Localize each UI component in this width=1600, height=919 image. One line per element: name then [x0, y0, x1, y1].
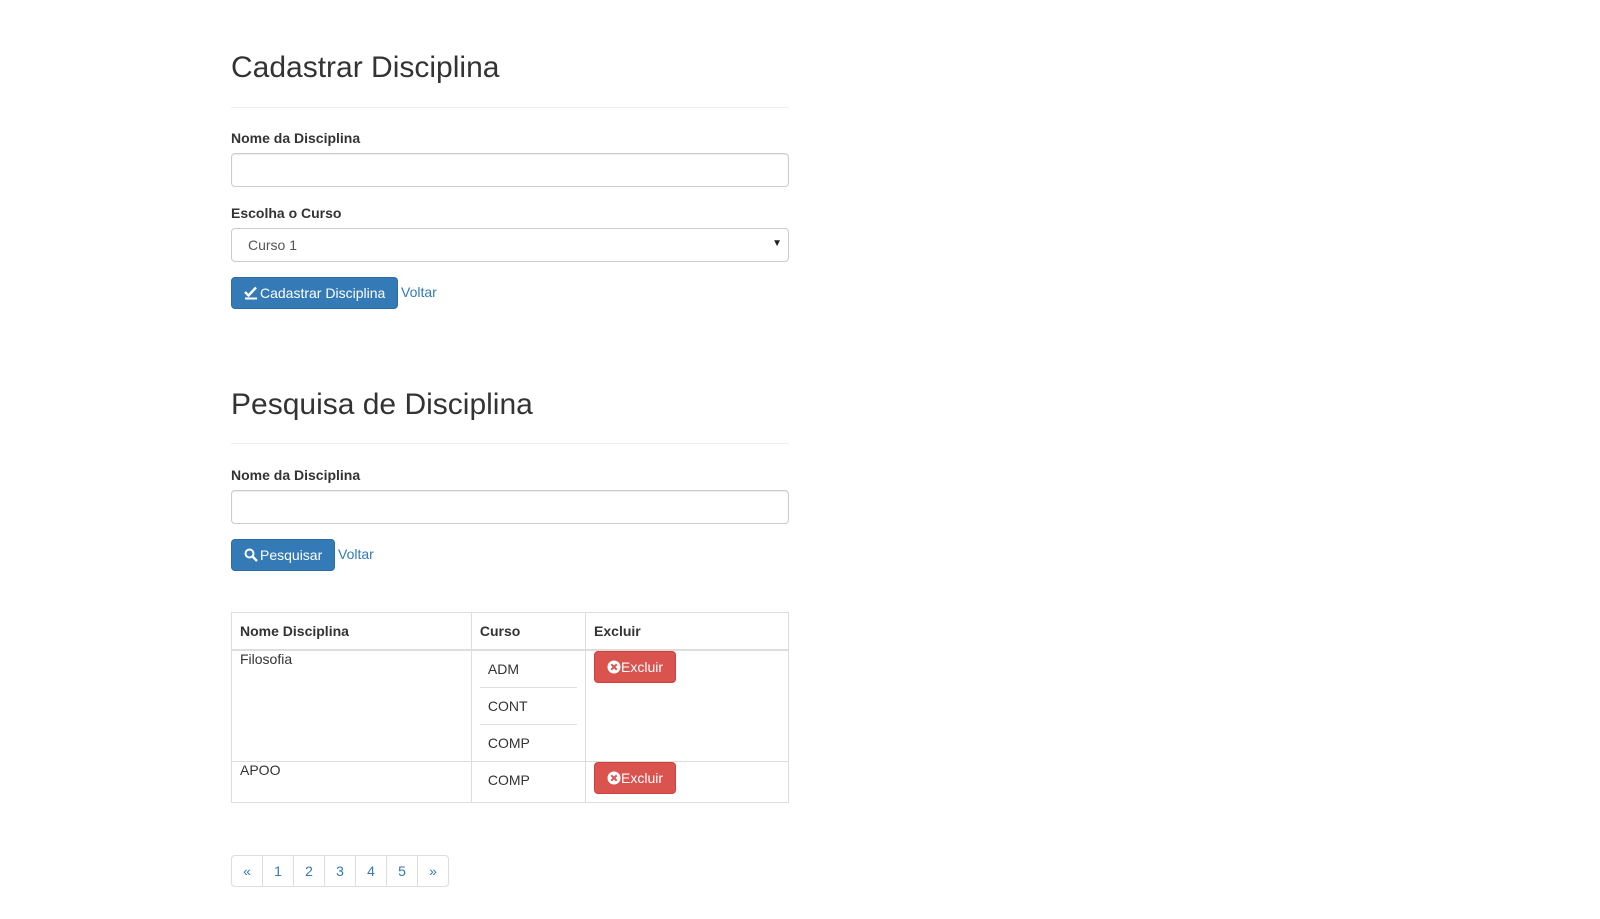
register-back-link[interactable]: Voltar [401, 284, 437, 300]
row-courses-cell: ADM CONT COMP [470, 649, 587, 762]
pagination-next[interactable]: » [417, 855, 449, 887]
search-name-label: Nome da Disciplina [231, 467, 361, 483]
register-submit-label: Cadastrar Disciplina [260, 285, 386, 301]
header-nome-disciplina: Nome Disciplina [231, 612, 472, 651]
row-name-cell: Filosofia [231, 649, 472, 762]
course-entry: COMP [487, 735, 530, 751]
course-entry: ADM [479, 651, 578, 688]
pagination-page-4[interactable]: 4 [355, 855, 387, 887]
register-name-label: Nome da Disciplina [231, 130, 361, 146]
course-select[interactable]: Curso 1 ▼ [231, 228, 789, 262]
course-entry: CONT [479, 688, 578, 725]
search-title: Pesquisa de Disciplina [231, 388, 533, 421]
delete-button-label: Excluir [621, 659, 664, 675]
register-name-input[interactable] [231, 153, 789, 187]
delete-button[interactable]: Excluir [594, 762, 677, 794]
register-divider [231, 107, 789, 108]
remove-circle-icon [607, 660, 621, 674]
pagination-prev[interactable]: « [231, 855, 263, 887]
search-submit-label: Pesquisar [260, 547, 323, 563]
check-icon [244, 286, 257, 300]
remove-circle-icon [607, 771, 621, 785]
caret-down-icon: ▼ [772, 238, 782, 249]
course-select-value: Curso 1 [248, 237, 298, 253]
row-action-cell: Excluir [585, 761, 789, 803]
pagination-page-5[interactable]: 5 [386, 855, 418, 887]
pagination: « 1 2 3 4 5 » [231, 855, 449, 887]
search-back-link[interactable]: Voltar [338, 546, 374, 562]
header-curso: Curso [470, 612, 587, 651]
pagination-page-3[interactable]: 3 [324, 855, 356, 887]
register-submit-button[interactable]: Cadastrar Disciplina [231, 277, 399, 309]
table-row: Filosofia ADM CONT COMP Excluir [231, 649, 789, 762]
table-row: APOO COMP Excluir [231, 761, 789, 803]
search-name-input[interactable] [231, 490, 789, 524]
register-course-label: Escolha o Curso [231, 205, 342, 221]
table-header-row: Nome Disciplina Curso Excluir [231, 612, 789, 651]
delete-button[interactable]: Excluir [594, 651, 677, 683]
row-action-cell: Excluir [585, 649, 789, 762]
delete-button-label: Excluir [621, 770, 664, 786]
search-divider [231, 443, 789, 444]
pagination-page-2[interactable]: 2 [293, 855, 325, 887]
row-name-cell: APOO [231, 761, 472, 803]
results-table: Nome Disciplina Curso Excluir Filosofia … [231, 612, 789, 803]
search-submit-button[interactable]: Pesquisar [231, 539, 336, 571]
register-title: Cadastrar Disciplina [231, 51, 500, 84]
header-excluir: Excluir [585, 612, 789, 651]
row-courses-cell: COMP [470, 761, 587, 803]
pagination-page-1[interactable]: 1 [262, 855, 294, 887]
search-icon [244, 548, 258, 562]
course-entry: COMP [487, 772, 530, 788]
